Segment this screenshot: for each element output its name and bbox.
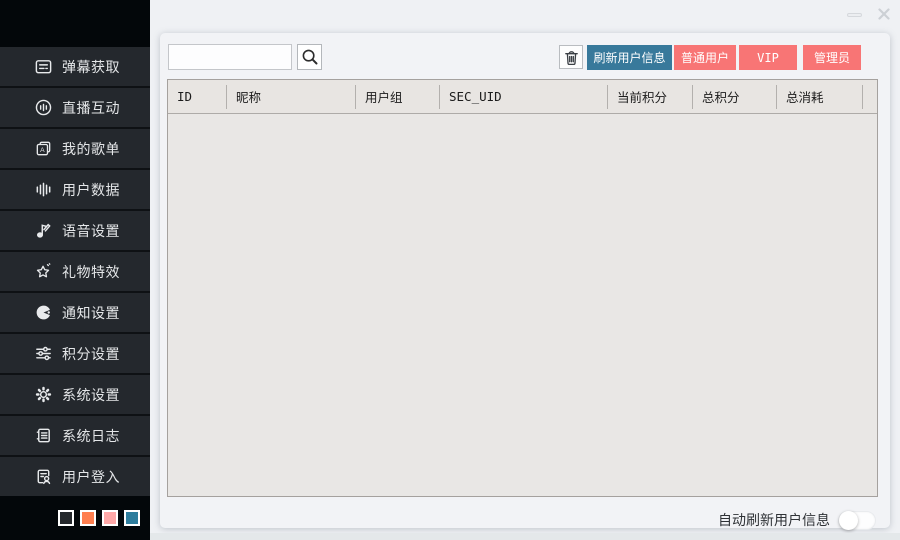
users-table: ID 昵称 用户组 SEC_UID 当前积分 总积分 总消耗	[167, 79, 878, 497]
column-header-sec-uid: SEC_UID	[440, 80, 608, 113]
sidebar-item-label: 用户登入	[62, 467, 120, 487]
auto-refresh-row: 自动刷新用户信息	[718, 510, 876, 530]
theme-swatches	[0, 496, 150, 540]
close-button[interactable]	[876, 6, 892, 22]
sidebar-item-system-settings[interactable]: 系统设置	[0, 373, 150, 414]
column-header-id: ID	[168, 80, 227, 113]
auto-refresh-label: 自动刷新用户信息	[718, 510, 830, 530]
sidebar-item-label: 系统日志	[62, 426, 120, 446]
sidebar-item-label: 通知设置	[62, 303, 120, 323]
user-data-icon	[33, 180, 53, 200]
content-panel: 刷新用户信息 普通用户 VIP 管理员 ID 昵称 用户组 SEC_UID 当前…	[160, 33, 890, 528]
voice-settings-icon	[33, 221, 53, 241]
column-header-total-points: 总积分	[693, 80, 777, 113]
column-header-filler	[863, 80, 877, 113]
theme-swatch-dark[interactable]	[58, 510, 74, 526]
vip-button[interactable]: VIP	[739, 45, 797, 70]
column-header-current-points: 当前积分	[608, 80, 693, 113]
sidebar-item-label: 积分设置	[62, 344, 120, 364]
sidebar-item-label: 我的歌单	[62, 139, 120, 159]
sidebar-item-points-settings[interactable]: 积分设置	[0, 332, 150, 373]
refresh-users-button[interactable]: 刷新用户信息	[587, 45, 672, 70]
trash-icon	[563, 49, 580, 66]
theme-swatch-teal[interactable]	[124, 510, 140, 526]
bottom-strip	[150, 533, 900, 540]
sidebar-menu: 弹幕获取 直播互动 A 我的歌单	[0, 47, 150, 496]
delete-users-button[interactable]	[559, 45, 583, 69]
sidebar-item-label: 礼物特效	[62, 262, 120, 282]
sidebar-item-voice-settings[interactable]: 语音设置	[0, 209, 150, 250]
svg-text:A: A	[40, 147, 45, 154]
sidebar-item-user-data[interactable]: 用户数据	[0, 168, 150, 209]
minimize-button[interactable]	[847, 13, 862, 17]
system-log-icon	[33, 426, 53, 446]
search-input[interactable]	[168, 44, 292, 70]
table-header-row: ID 昵称 用户组 SEC_UID 当前积分 总积分 总消耗	[168, 80, 877, 114]
sidebar-item-label: 系统设置	[62, 385, 120, 405]
sidebar-item-user-login[interactable]: 用户登入	[0, 455, 150, 496]
theme-swatch-pink[interactable]	[102, 510, 118, 526]
sidebar-header	[0, 0, 150, 47]
theme-swatch-orange[interactable]	[80, 510, 96, 526]
sidebar-item-label: 弹幕获取	[62, 57, 120, 77]
column-header-user-group: 用户组	[356, 80, 440, 113]
gift-effects-icon	[33, 262, 53, 282]
sidebar-item-label: 语音设置	[62, 221, 120, 241]
live-interaction-icon	[33, 98, 53, 118]
toggle-knob	[839, 511, 858, 530]
sidebar-item-label: 直播互动	[62, 98, 120, 118]
playlist-icon: A	[33, 139, 53, 159]
admin-button[interactable]: 管理员	[803, 45, 861, 70]
sidebar-item-gift-effects[interactable]: 礼物特效	[0, 250, 150, 291]
points-settings-icon	[33, 344, 53, 364]
search-icon	[301, 48, 319, 66]
sidebar-item-label: 用户数据	[62, 180, 120, 200]
sidebar-item-playlist[interactable]: A 我的歌单	[0, 127, 150, 168]
normal-user-button[interactable]: 普通用户	[674, 45, 736, 70]
sidebar-item-system-log[interactable]: 系统日志	[0, 414, 150, 455]
auto-refresh-toggle[interactable]	[838, 511, 876, 530]
user-login-icon	[33, 467, 53, 487]
sidebar-item-notification-settings[interactable]: 通知设置	[0, 291, 150, 332]
sidebar-item-danmaku[interactable]: 弹幕获取	[0, 47, 150, 86]
main-area: 刷新用户信息 普通用户 VIP 管理员 ID 昵称 用户组 SEC_UID 当前…	[150, 0, 900, 540]
column-header-total-spent: 总消耗	[777, 80, 863, 113]
notification-settings-icon	[33, 303, 53, 323]
column-header-nickname: 昵称	[227, 80, 356, 113]
sidebar-item-live-interaction[interactable]: 直播互动	[0, 86, 150, 127]
danmaku-icon	[33, 57, 53, 77]
titlebar	[150, 0, 900, 33]
table-body-empty	[168, 114, 877, 496]
system-settings-icon	[33, 385, 53, 405]
search-button[interactable]	[297, 44, 322, 70]
sidebar: 弹幕获取 直播互动 A 我的歌单	[0, 0, 150, 540]
